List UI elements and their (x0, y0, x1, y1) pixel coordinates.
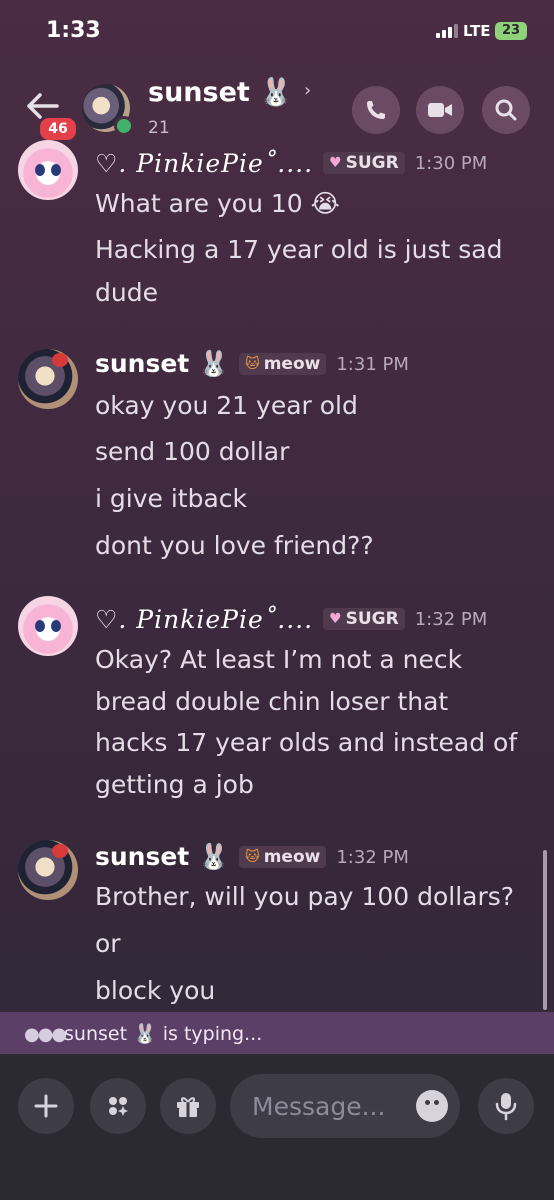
message-composer: Message... (0, 1054, 554, 1200)
message-header: sunset 🐰 🐱 meow 1:31 PM (95, 347, 409, 381)
server-tag[interactable]: 🐱 meow (239, 353, 327, 375)
message-line: What are you 10 😭 (95, 189, 340, 218)
apps-button[interactable] (90, 1078, 146, 1134)
username[interactable]: ♡. PinkiePie˚.... (95, 149, 313, 178)
avatar[interactable] (18, 140, 78, 200)
message-line: bread double chin loser that (95, 687, 449, 716)
status-bar: 1:33 LTE 23 (0, 0, 554, 62)
gift-icon (177, 1097, 199, 1117)
message-line: send 100 dollar (95, 437, 290, 466)
unread-badge: 46 (38, 116, 78, 142)
chevron-right-icon[interactable]: › (304, 80, 311, 101)
message-line: i give itback (95, 484, 247, 513)
online-status-icon (114, 116, 134, 136)
message-input[interactable]: Message... (230, 1074, 460, 1138)
message-line: Brother, will you pay 100 dollars? (95, 882, 515, 911)
message-line: Okay? At least I’m not a neck (95, 645, 463, 674)
message-line: getting a job (95, 770, 254, 799)
sparkle-apps-icon (109, 1097, 128, 1116)
scrollbar[interactable] (543, 850, 547, 1010)
message-line: dont you love friend?? (95, 531, 374, 560)
message-line: Hacking a 17 year old is just sad (95, 235, 503, 264)
message-placeholder: Message... (252, 1092, 386, 1121)
typing-dots-icon: ●●● (24, 1024, 67, 1045)
avatar[interactable] (18, 596, 78, 656)
microphone-icon (495, 1093, 517, 1121)
username[interactable]: ♡. PinkiePie˚.... (95, 605, 313, 634)
heart-icon: ♥ (329, 155, 342, 171)
page-title[interactable]: sunset 🐰 (148, 76, 293, 108)
server-tag[interactable]: ♥ SUGR (323, 608, 405, 630)
avatar[interactable] (18, 840, 78, 900)
avatar[interactable] (18, 349, 78, 409)
add-attachment-button[interactable] (18, 1078, 74, 1134)
network-label: LTE (463, 22, 491, 40)
video-call-button[interactable] (416, 86, 464, 134)
server-tag[interactable]: 🐱 meow (239, 846, 327, 868)
plus-icon (34, 1094, 58, 1118)
battery-indicator: 23 (495, 22, 527, 40)
message-header: ♡. PinkiePie˚.... ♥ SUGR 1:30 PM (95, 146, 487, 180)
call-button[interactable] (352, 86, 400, 134)
cat-icon: 🐱 (245, 849, 260, 865)
message-line: okay you 21 year old (95, 391, 358, 420)
video-camera-icon (428, 103, 452, 117)
timestamp: 1:32 PM (414, 608, 488, 630)
typing-indicator: ●●● sunset 🐰 is typing... (0, 1012, 554, 1054)
member-count: 21 (148, 118, 170, 138)
timestamp: 1:30 PM (414, 152, 488, 174)
signal-icon (436, 24, 458, 38)
emoji-icon[interactable] (416, 1090, 448, 1122)
search-icon (495, 99, 517, 121)
message-header: sunset 🐰 🐱 meow 1:32 PM (95, 840, 409, 874)
phone-icon (367, 101, 385, 119)
timestamp: 1:31 PM (336, 353, 409, 375)
heart-icon: ♥ (329, 611, 342, 627)
cat-icon: 🐱 (245, 356, 260, 372)
message-line: or (95, 929, 121, 958)
username[interactable]: sunset 🐰 (95, 842, 229, 872)
search-button[interactable] (482, 86, 530, 134)
timestamp: 1:32 PM (336, 846, 409, 868)
gift-button[interactable] (160, 1078, 216, 1134)
status-time: 1:33 (46, 18, 101, 43)
message-line: hacks 17 year olds and instead of (95, 728, 518, 757)
voice-message-button[interactable] (478, 1078, 534, 1134)
username[interactable]: sunset 🐰 (95, 349, 229, 379)
message-line: dude (95, 278, 158, 307)
server-tag[interactable]: ♥ SUGR (323, 152, 405, 174)
message-line: block you (95, 976, 216, 1005)
message-header: ♡. PinkiePie˚.... ♥ SUGR 1:32 PM (95, 602, 487, 636)
